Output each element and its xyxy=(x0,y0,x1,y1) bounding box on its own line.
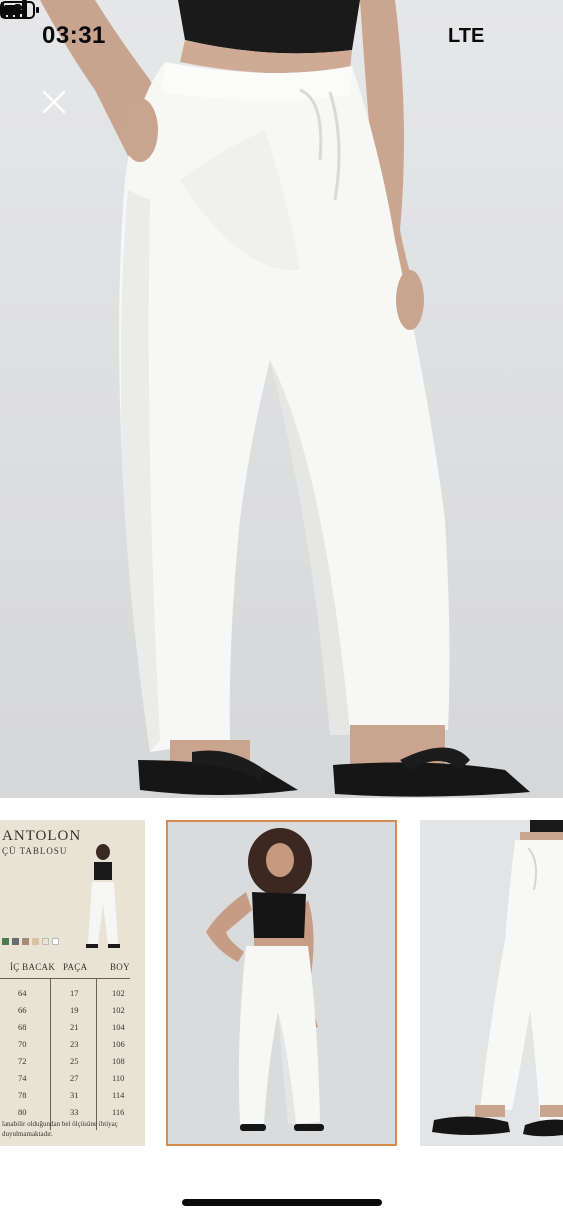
size-chart-cell: 104 xyxy=(112,1022,125,1032)
thumbnail-model-closeup-image xyxy=(432,820,563,1137)
size-chart-cell: 108 xyxy=(112,1056,125,1066)
size-chart-cell: 33 xyxy=(70,1107,79,1117)
size-chart-cell: 31 xyxy=(70,1090,79,1100)
size-chart-cell: 27 xyxy=(70,1073,79,1083)
close-icon xyxy=(42,90,66,114)
status-bar: 03:31 LTE xyxy=(0,0,563,78)
product-photo-pants xyxy=(40,0,530,797)
size-chart-model-image xyxy=(86,844,120,948)
product-main-image[interactable]: 03:31 LTE xyxy=(0,0,563,798)
size-chart-cell: 106 xyxy=(112,1039,125,1049)
thumbnail-size-chart[interactable]: ANTOLON ÇÜ TABLOSU İÇ BACAK PAÇA BOY 64 1… xyxy=(0,820,145,1146)
size-chart-subtitle: ÇÜ TABLOSU xyxy=(2,846,68,856)
thumbnail-model-front-image xyxy=(206,828,324,1131)
color-swatch xyxy=(22,938,29,945)
size-chart-cell: 110 xyxy=(112,1073,125,1083)
size-chart-cell: 116 xyxy=(112,1107,125,1117)
size-chart-cell: 72 xyxy=(18,1056,27,1066)
size-chart-cell: 25 xyxy=(70,1056,79,1066)
size-chart-cell: 23 xyxy=(70,1039,79,1049)
size-chart-header: PAÇA xyxy=(63,962,88,972)
size-chart-title: ANTOLON xyxy=(2,828,82,844)
size-chart-cell: 74 xyxy=(18,1073,27,1083)
size-chart-cell: 70 xyxy=(18,1039,27,1049)
battery-icon xyxy=(0,1,39,19)
home-indicator[interactable] xyxy=(182,1199,382,1206)
thumbnail-model-front[interactable] xyxy=(166,820,397,1146)
size-chart-cell: 66 xyxy=(18,1005,27,1015)
thumbnail-strip[interactable]: ANTOLON ÇÜ TABLOSU İÇ BACAK PAÇA BOY 64 1… xyxy=(0,798,563,1178)
thumbnail-model-closeup[interactable] xyxy=(420,820,563,1146)
network-type: LTE xyxy=(448,25,485,47)
size-chart-footnote: lanabilir olduğundan bel ölçüsüne ihtiya… xyxy=(2,1120,118,1128)
color-swatch xyxy=(52,938,59,945)
size-chart-cell: 78 xyxy=(18,1090,27,1100)
color-swatch xyxy=(12,938,19,945)
size-chart-cell: 19 xyxy=(70,1005,79,1015)
color-swatch xyxy=(32,938,39,945)
size-chart-cell: 21 xyxy=(70,1022,79,1032)
size-chart-cell: 68 xyxy=(18,1022,27,1032)
size-chart-cell: 102 xyxy=(112,1005,125,1015)
size-chart-header: İÇ BACAK xyxy=(10,962,56,972)
size-chart-cell: 114 xyxy=(112,1090,125,1100)
size-chart-cell: 102 xyxy=(112,988,125,998)
status-time: 03:31 xyxy=(42,22,106,49)
size-chart-cell: 17 xyxy=(70,988,79,998)
size-chart-footnote: duyulmamaktadır. xyxy=(2,1130,53,1138)
size-chart-header: BOY xyxy=(110,962,130,972)
color-swatch xyxy=(42,938,49,945)
size-chart-cell: 64 xyxy=(18,988,27,998)
size-chart-cell: 80 xyxy=(18,1107,27,1117)
close-button[interactable] xyxy=(36,84,72,120)
color-swatch xyxy=(2,938,9,945)
